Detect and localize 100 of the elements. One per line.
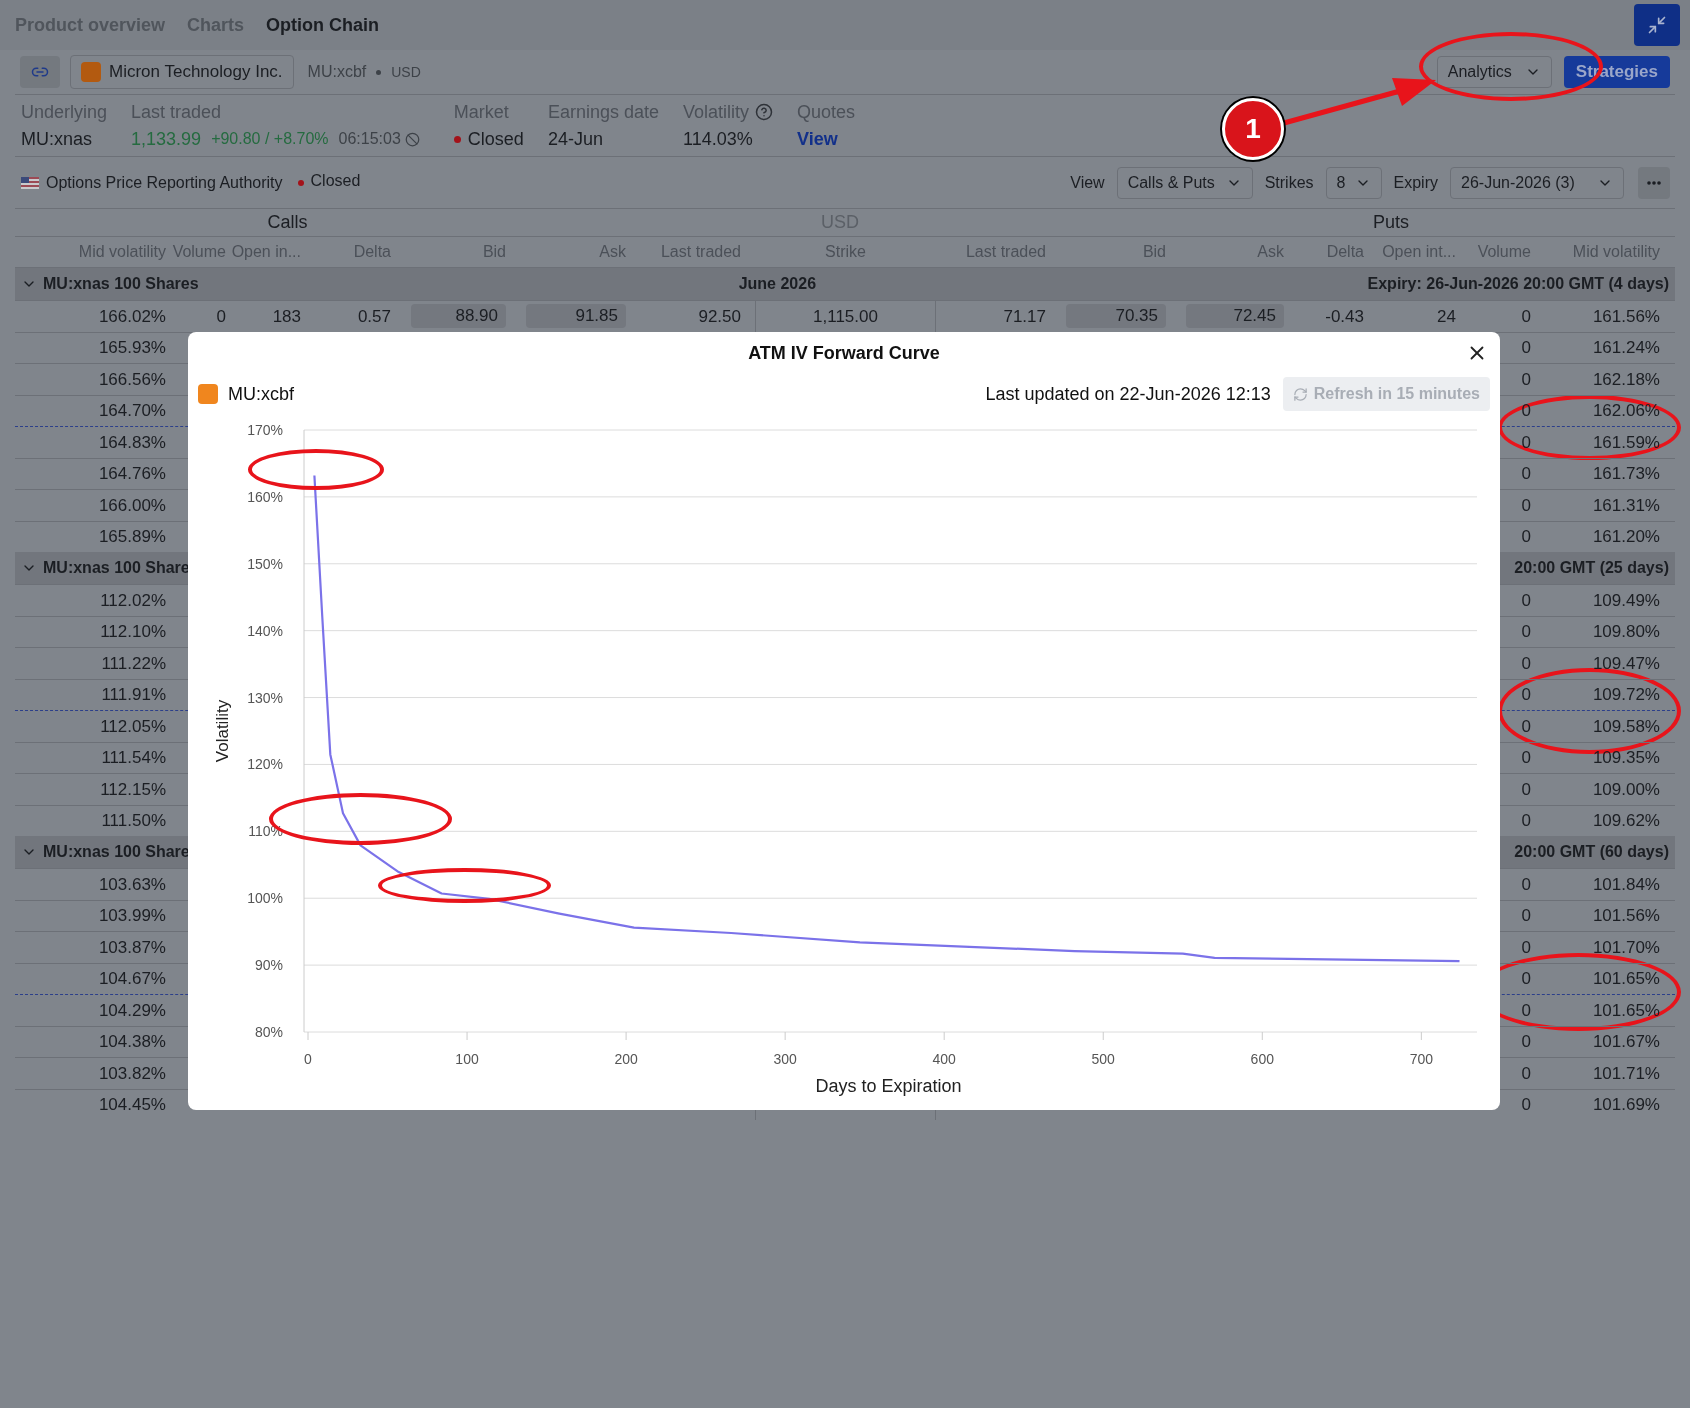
table-cell-text: 104.45%	[98, 1094, 166, 1116]
table-cell-text: 165.89%	[98, 526, 166, 548]
table-cell-text: 0	[1521, 747, 1531, 769]
control-label: Expiry	[1393, 172, 1438, 193]
axis-tick-label: 300	[773, 1051, 797, 1067]
table-cell-text: 0	[1521, 778, 1531, 801]
no-sign-icon	[404, 131, 420, 147]
control-label: View	[1070, 172, 1105, 193]
expiry-dropdown[interactable]: 26-Jun-2026 (3)	[1450, 166, 1624, 199]
table-cell: 70.35	[1066, 304, 1166, 329]
table-cell-text: 0	[1521, 305, 1531, 328]
more-button[interactable]	[1638, 166, 1670, 199]
table-cell-text: 0	[1521, 368, 1531, 391]
table-cell-text: 0	[1521, 968, 1531, 990]
axis-tick-label: 120%	[247, 756, 283, 773]
table-cell-text: 183	[272, 305, 301, 328]
market-status: Closed	[467, 127, 524, 151]
time-value: 06:15:03	[338, 129, 401, 149]
section-heading: Calls	[267, 211, 308, 234]
table-cell-text: 0	[1521, 494, 1531, 517]
table-cell-text: 0	[1521, 400, 1531, 422]
table-cell-text: 0	[1521, 905, 1531, 927]
table-cell-text: 109.35%	[1592, 747, 1660, 769]
axis-tick-label: 400	[932, 1051, 956, 1067]
equity-logo-icon	[81, 62, 101, 82]
dialog-title: ATM IV Forward Curve	[748, 341, 940, 365]
expiry-group-header[interactable]: MU:xnas 100 Shares June 2026 Expiry: 26-Jun-2026 20:00 GMT (4 days)	[15, 268, 1675, 300]
collapse-button[interactable]	[1634, 4, 1680, 46]
table-cell-text: 101.67%	[1592, 1031, 1660, 1053]
instrument-chip[interactable]: Micron Technology Inc.	[70, 55, 294, 89]
link-button[interactable]	[20, 56, 60, 88]
table-cell-text: 111.50%	[101, 810, 166, 832]
strikes-dropdown[interactable]: 8	[1325, 166, 1382, 199]
dialog-symbol: MU:xcbf	[228, 382, 294, 406]
last-updated-text: Last updated on 22-Jun-2026 12:13	[985, 382, 1271, 406]
more-icon	[1647, 180, 1661, 185]
axis-tick-label: 100	[455, 1051, 479, 1067]
table-cell-text: 92.50	[698, 305, 741, 328]
currency-label: USD	[391, 62, 421, 82]
table-cell-text: 0	[1521, 337, 1531, 359]
instrument-symbol: MU:xcbf	[307, 62, 367, 82]
table-cell-text: 103.99%	[98, 905, 166, 927]
table-cell-text: 101.70%	[1592, 936, 1660, 959]
table-cell-text: 101.56%	[1592, 905, 1660, 927]
table-cell-text: 104.67%	[98, 968, 166, 990]
table-cell-text: 101.65%	[1592, 999, 1660, 1022]
table-cell-text: 111.54%	[101, 747, 166, 769]
quotes-link[interactable]: View	[797, 125, 856, 153]
table-cell-text: 111.22%	[101, 652, 166, 675]
table-cell-text: 109.80%	[1592, 621, 1660, 643]
table-cell-text: 104.29%	[98, 999, 166, 1022]
analytics-dropdown[interactable]: Analytics	[1436, 56, 1552, 88]
table-cell: 72.45	[1186, 304, 1284, 329]
axis-tick-label: 500	[1091, 1051, 1115, 1067]
table-cell-text: 101.84%	[1592, 873, 1660, 896]
table-cell-text: 162.18%	[1592, 368, 1660, 391]
equity-logo-icon	[198, 384, 218, 404]
price-value: 1,133.99	[131, 127, 202, 151]
group-label: MU:xnas 100 Share	[43, 842, 190, 862]
table-cell-text: 0	[1521, 652, 1531, 675]
help-icon[interactable]	[755, 103, 773, 121]
table-cell-text: 109.58%	[1592, 715, 1660, 738]
table-cell-text: 109.62%	[1592, 810, 1660, 832]
exchange-status: Closed	[310, 170, 361, 191]
table-cell-text: 161.31%	[1592, 494, 1660, 517]
table-cell-text: 101.71%	[1592, 1062, 1660, 1085]
table-cell-text: 161.24%	[1592, 337, 1660, 359]
table-cell: 91.85	[526, 304, 626, 329]
table-cell-text: 166.00%	[98, 494, 166, 517]
table-cell-text: 0	[1521, 810, 1531, 832]
table-cell-text: 0	[1521, 873, 1531, 896]
tab[interactable]: Option Chain	[266, 11, 380, 39]
table-cell-text: 0	[216, 305, 226, 328]
table-cell-text: 164.70%	[98, 400, 166, 422]
table-cell-text: 0	[1521, 936, 1531, 959]
axis-tick-label: 170%	[247, 422, 283, 438]
flag-icon	[21, 176, 39, 189]
collapse-icon	[1647, 15, 1667, 35]
table-cell-text: 161.73%	[1592, 463, 1660, 485]
table-cell-text: 104.38%	[98, 1031, 166, 1053]
axis-tick-label: 700	[1409, 1051, 1433, 1067]
table-cell-text: 112.15%	[100, 778, 166, 801]
view-dropdown[interactable]: Calls & Puts	[1116, 166, 1253, 199]
table-cell-text: 24	[1437, 305, 1456, 328]
group-expiry: Expiry: 26-Jun-2026 20:00 GMT (4 days)	[1367, 274, 1669, 294]
axis-tick-label: 80%	[254, 1024, 283, 1040]
table-cell-text: 0	[1521, 999, 1531, 1022]
axis-tick-label: 200	[614, 1051, 638, 1067]
table-cell-text: 161.56%	[1592, 305, 1660, 328]
control-label: Strikes	[1264, 172, 1314, 193]
axis-tick-label: 600	[1250, 1051, 1274, 1067]
table-cell-text: 71.17	[1003, 305, 1046, 328]
table-cell-text: 0	[1521, 621, 1531, 643]
table-cell-text: 0	[1521, 684, 1531, 706]
table-cell-text: 101.69%	[1592, 1094, 1660, 1116]
table-cell-text: 112.10%	[100, 621, 166, 643]
table-cell-text: 109.72%	[1592, 684, 1660, 706]
table-cell-text: 1,115.00	[813, 305, 878, 328]
exchange-name: Options Price Reporting Authority	[46, 172, 283, 193]
table-cell-text: 103.63%	[98, 873, 166, 896]
